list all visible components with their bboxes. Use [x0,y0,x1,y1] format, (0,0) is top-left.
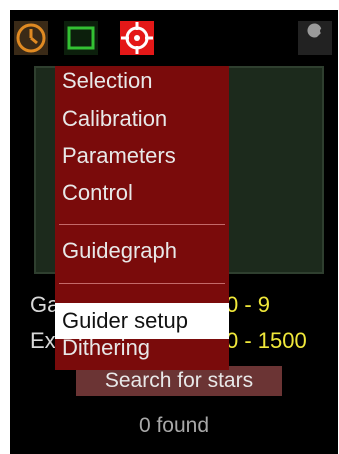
exposure-label: Ex [30,328,56,353]
guider-dropdown-menu: Selection Calibration Parameters Control… [55,66,229,370]
wrench-icon [306,23,326,48]
menu-item-dithering[interactable]: Dithering [62,335,150,361]
menu-item-control[interactable]: Control [62,180,133,206]
menu-item-guidegraph[interactable]: Guidegraph [62,238,177,264]
clock-button[interactable] [14,21,48,55]
menu-item-parameters[interactable]: Parameters [62,143,176,169]
crosshair-icon [121,22,153,54]
menu-divider [59,283,225,284]
menu-divider [59,224,225,225]
gain-value[interactable]: 0 - 9 [226,292,270,318]
menu-item-calibration[interactable]: Calibration [62,106,167,132]
rectangle-select-button[interactable] [64,21,98,55]
rectangle-icon [67,26,95,50]
settings-button[interactable] [298,21,332,55]
menu-item-guider-setup[interactable]: Guider setup [55,303,229,339]
exposure-value[interactable]: 0 - 1500 [226,328,307,354]
menu-item-selection[interactable]: Selection [62,68,153,94]
search-for-stars-button[interactable]: Search for stars [76,366,282,396]
found-count: 0 found [138,414,210,437]
clock-icon [16,23,46,53]
app-screen: Ga 0 - 9 Ex 0 - 1500 Search for stars 0 … [10,10,338,454]
guider-menu-button[interactable] [120,21,154,55]
